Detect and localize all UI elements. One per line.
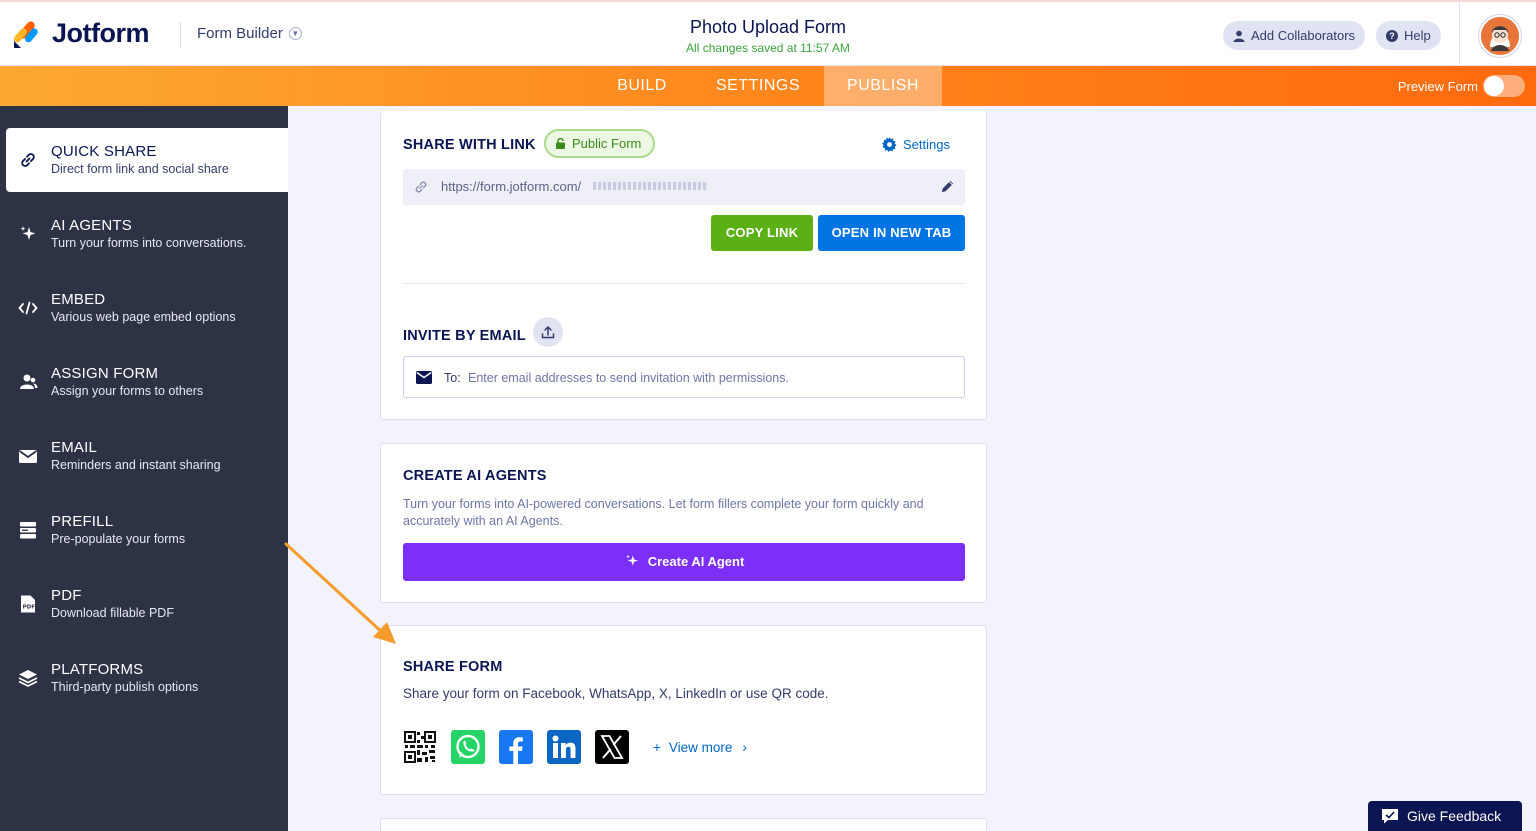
code-icon (18, 301, 38, 315)
to-label: To: (444, 371, 461, 385)
sidebar-item-desc: Pre-populate your forms (51, 532, 186, 546)
settings-label: Settings (903, 137, 950, 152)
sidebar-item-title: PLATFORMS (51, 661, 144, 678)
view-more-link[interactable]: + View more › (653, 740, 747, 755)
next-card-peek (380, 818, 987, 831)
create-ai-agents-card: CREATE AI AGENTS Turn your forms into AI… (380, 443, 987, 603)
section-divider (403, 283, 965, 284)
upload-contacts-button[interactable] (533, 317, 563, 347)
chevron-right-icon: › (742, 740, 747, 755)
public-form-badge[interactable]: Public Form (544, 129, 656, 158)
invite-email-input[interactable]: To: Enter email addresses to send invita… (403, 356, 965, 398)
user-icon (1233, 30, 1245, 42)
view-more-label: View more (668, 740, 733, 755)
sidebar-item-assign-form[interactable]: ASSIGN FORM Assign your forms to others (6, 350, 288, 414)
sidebar-item-title: ASSIGN FORM (51, 365, 159, 382)
link-settings-button[interactable]: Settings (882, 137, 950, 152)
create-ai-agent-button[interactable]: Create AI Agent (403, 543, 965, 581)
prefill-icon (20, 522, 36, 539)
sidebar-item-quick-share[interactable]: QUICK SHARE Direct form link and social … (6, 128, 288, 192)
whatsapp-icon[interactable] (451, 730, 485, 764)
form-link-field[interactable]: https://form.jotform.com/ (403, 169, 965, 205)
redacted-form-id (593, 182, 708, 190)
sidebar-item-desc: Assign your forms to others (51, 384, 204, 398)
sidebar-item-desc: Turn your forms into conversations. (51, 236, 247, 250)
sidebar-item-embed[interactable]: EMBED Various web page embed options (6, 276, 288, 340)
add-collaborators-label: Add Collaborators (1251, 28, 1356, 43)
email-placeholder: Enter email addresses to send invitation… (468, 371, 789, 385)
feedback-icon (1382, 809, 1398, 824)
sidebar-item-desc: Download fillable PDF (51, 606, 174, 620)
pdf-icon: PDF (21, 595, 36, 613)
sidebar-item-ai-agents[interactable]: AI AGENTS Turn your forms into conversat… (6, 202, 288, 266)
sidebar-item-title: PDF (51, 587, 82, 604)
give-feedback-button[interactable]: Give Feedback (1368, 801, 1522, 831)
copy-link-button[interactable]: COPY LINK (711, 215, 813, 251)
share-form-title: SHARE FORM (403, 659, 503, 675)
plus-icon: + (653, 740, 661, 755)
facebook-icon[interactable] (499, 730, 533, 764)
app-header: Jotform Form Builder ▼ Photo Upload Form… (0, 0, 1536, 68)
create-ai-agent-label: Create AI Agent (647, 554, 745, 569)
public-form-label: Public Form (572, 136, 642, 151)
publish-sidebar: QUICK SHARE Direct form link and social … (0, 106, 288, 831)
publish-navbar: BUILD SETTINGS PUBLISH Preview Form (0, 66, 1536, 106)
sidebar-item-title: QUICK SHARE (51, 143, 157, 160)
sidebar-item-desc: Reminders and instant sharing (51, 458, 221, 472)
open-in-new-tab-button[interactable]: OPEN IN NEW TAB (818, 215, 965, 251)
avatar-divider (1459, 2, 1460, 68)
sparkle-icon (625, 554, 638, 566)
sidebar-item-prefill[interactable]: PREFILL Pre-populate your forms (6, 498, 288, 562)
link-icon (21, 153, 35, 167)
tab-build[interactable]: BUILD (600, 66, 684, 106)
preview-form-toggle[interactable] (1483, 75, 1525, 97)
qr-code-icon[interactable] (403, 730, 437, 764)
users-icon (20, 374, 38, 389)
layers-icon (18, 670, 38, 687)
share-form-description: Share your form on Facebook, WhatsApp, X… (403, 686, 829, 701)
sidebar-item-desc: Third-party publish options (51, 680, 199, 694)
user-avatar[interactable] (1479, 15, 1521, 57)
help-button[interactable]: ? Help (1376, 21, 1441, 50)
give-feedback-label: Give Feedback (1407, 808, 1502, 824)
help-label: Help (1404, 28, 1431, 43)
x-icon[interactable] (595, 730, 629, 764)
sidebar-item-title: EMBED (51, 291, 106, 308)
sidebar-item-title: PREFILL (51, 513, 114, 530)
linkedin-icon[interactable] (547, 730, 581, 764)
envelope-icon (18, 450, 38, 463)
question-icon: ? (1386, 29, 1398, 42)
form-url: https://form.jotform.com/ (441, 179, 582, 194)
annotation-arrow (284, 542, 396, 644)
gear-icon (882, 137, 897, 152)
share-with-link-title: SHARE WITH LINK (403, 137, 536, 153)
sidebar-item-pdf[interactable]: PDF PDF Download fillable PDF (6, 572, 288, 636)
share-form-card: SHARE FORM Share your form on Facebook, … (380, 625, 987, 795)
sidebar-item-desc: Direct form link and social share (51, 162, 229, 176)
toggle-knob (1484, 76, 1504, 96)
envelope-icon (416, 371, 432, 384)
upload-icon (541, 326, 555, 339)
sidebar-item-platforms[interactable]: PLATFORMS Third-party publish options (6, 646, 288, 710)
invite-by-email-title: INVITE BY EMAIL (403, 328, 526, 344)
sparkle-icon (20, 226, 36, 240)
sidebar-item-desc: Various web page embed options (51, 310, 236, 324)
tab-publish[interactable]: PUBLISH (824, 66, 942, 106)
unlock-icon (556, 138, 565, 149)
svg-text:PDF: PDF (23, 605, 36, 611)
sidebar-item-email[interactable]: EMAIL Reminders and instant sharing (6, 424, 288, 488)
preview-form-label: Preview Form (1397, 79, 1478, 94)
ai-agents-description: Turn your forms into AI-powered conversa… (403, 497, 924, 528)
share-with-link-card: SHARE WITH LINK Public Form Settings htt… (380, 111, 987, 420)
tab-settings[interactable]: SETTINGS (704, 66, 812, 106)
add-collaborators-button[interactable]: Add Collaborators (1223, 21, 1366, 50)
pencil-icon[interactable] (940, 179, 955, 194)
create-ai-agents-title: CREATE AI AGENTS (403, 468, 547, 484)
link-icon (415, 181, 427, 193)
sidebar-item-title: EMAIL (51, 439, 98, 456)
sidebar-item-title: AI AGENTS (51, 217, 132, 234)
